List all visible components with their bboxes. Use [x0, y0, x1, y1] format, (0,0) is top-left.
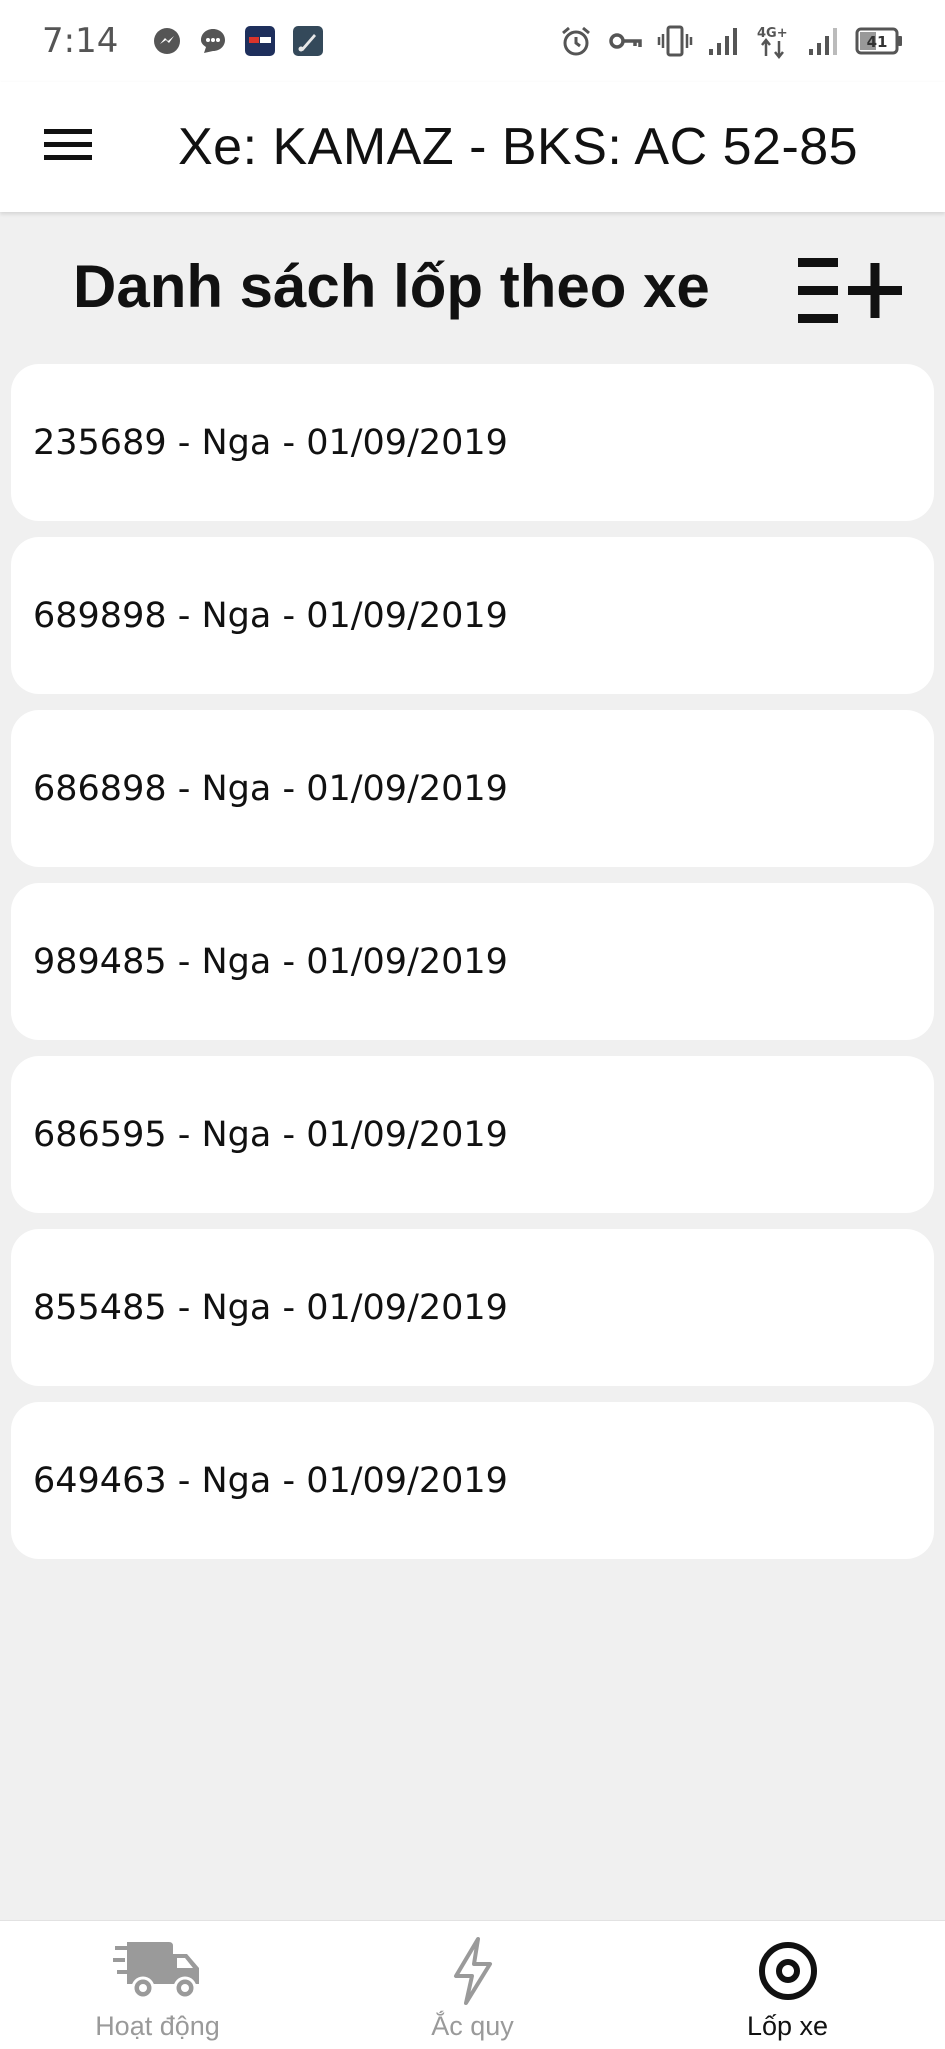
nav-item-hoat-dong[interactable]: Hoạt động: [0, 1921, 315, 2049]
tyre-item-label: 686595 - Nga - 01/09/2019: [33, 1114, 508, 1155]
tyre-list: 235689 - Nga - 01/09/2019 689898 - Nga -…: [11, 364, 934, 1575]
tyre-item-label: 855485 - Nga - 01/09/2019: [33, 1287, 508, 1328]
mobile-data-icon: 4G+: [755, 23, 793, 59]
chat-bubble-icon: [198, 26, 228, 56]
status-time: 7:14: [42, 21, 119, 61]
tyre-item-label: 235689 - Nga - 01/09/2019: [33, 422, 508, 463]
messenger-icon: [152, 26, 182, 56]
list-item[interactable]: 235689 - Nga - 01/09/2019: [11, 364, 934, 521]
tyre-item-label: 689898 - Nga - 01/09/2019: [33, 595, 508, 636]
status-bar: 7:14 4G+ 41: [0, 0, 945, 82]
app-brush-icon: [292, 25, 324, 57]
tyre-target-icon: [743, 1933, 833, 2009]
alarm-icon: [559, 24, 593, 58]
vpn-key-icon: [607, 26, 643, 56]
section-header: Danh sách lốp theo xe: [0, 212, 945, 362]
list-item[interactable]: 686898 - Nga - 01/09/2019: [11, 710, 934, 867]
hamburger-menu-icon: [43, 127, 93, 168]
vibrate-icon: [657, 24, 693, 58]
nav-label: Ắc quy: [431, 2011, 514, 2041]
bottom-navigation: Hoạt động Ắc quy Lốp xe: [0, 1920, 945, 2049]
list-item[interactable]: 686595 - Nga - 01/09/2019: [11, 1056, 934, 1213]
nav-label: Hoạt động: [95, 2011, 220, 2041]
nav-label: Lốp xe: [746, 2011, 829, 2041]
status-system-icons: 4G+ 41: [559, 23, 903, 59]
list-item[interactable]: 989485 - Nga - 01/09/2019: [11, 883, 934, 1040]
svg-text:41: 41: [867, 33, 888, 51]
signal-icon: [707, 25, 741, 57]
list-item[interactable]: 649463 - Nga - 01/09/2019: [11, 1402, 934, 1559]
add-tyre-button[interactable]: [796, 252, 908, 332]
tyre-item-label: 989485 - Nga - 01/09/2019: [33, 941, 508, 982]
battery-icon: 41: [855, 26, 903, 56]
list-item[interactable]: 855485 - Nga - 01/09/2019: [11, 1229, 934, 1386]
svg-text:4G+: 4G+: [757, 26, 788, 41]
status-notification-icons: [152, 25, 324, 57]
signal-icon: [807, 25, 841, 57]
lightning-bolt-icon: [428, 1933, 518, 2009]
list-item[interactable]: 689898 - Nga - 01/09/2019: [11, 537, 934, 694]
delivery-truck-icon: [112, 1933, 203, 2009]
app-bar: Xe: KAMAZ - BKS: AC 52-85: [0, 82, 945, 212]
tyre-item-label: 686898 - Nga - 01/09/2019: [33, 768, 508, 809]
tyre-item-label: 649463 - Nga - 01/09/2019: [33, 1460, 508, 1501]
nav-item-ac-quy[interactable]: Ắc quy: [315, 1921, 630, 2049]
playlist-add-icon: [796, 258, 908, 336]
menu-button[interactable]: [30, 112, 106, 182]
app-card-icon: [244, 25, 276, 57]
app-title: Xe: KAMAZ - BKS: AC 52-85: [178, 118, 859, 176]
nav-item-lop-xe[interactable]: Lốp xe: [630, 1921, 945, 2049]
section-title: Danh sách lốp theo xe: [73, 253, 710, 320]
